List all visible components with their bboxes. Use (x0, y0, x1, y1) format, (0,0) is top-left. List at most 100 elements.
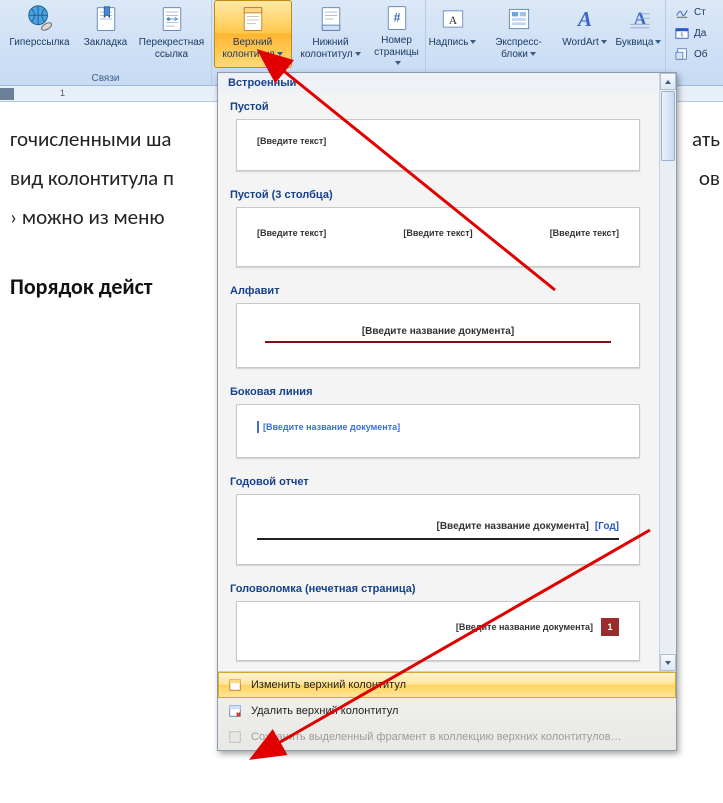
gallery-footer: Изменить верхний колонтитул Удалить верх… (218, 671, 676, 750)
calendar-icon: 5 (674, 25, 690, 41)
header-button[interactable]: Верхний колонтитул (214, 0, 292, 68)
gallery-item-annual[interactable]: Годовой отчет [Введите название документ… (218, 468, 658, 565)
remove-header-item[interactable]: Удалить верхний колонтитул (218, 698, 676, 724)
gallery-item-blank[interactable]: Пустой [Введите текст] (218, 93, 658, 171)
quickparts-icon (503, 3, 535, 35)
ribbon-group-links: Гиперссылка Закладка Перекрестная ссылка… (0, 0, 212, 86)
dropcap-label: Буквица (616, 37, 662, 49)
chevron-down-icon (355, 52, 361, 56)
scroll-thumb[interactable] (661, 91, 675, 161)
header-label: Верхний колонтитул (217, 37, 289, 60)
gallery-item-puzzle[interactable]: Головоломка (нечетная страница) [Введите… (218, 575, 658, 661)
svg-text:A: A (575, 7, 591, 31)
footer-page-icon (315, 3, 347, 35)
doc-line-2: вид колонтитула п (10, 159, 174, 198)
preview-blank: [Введите текст] (236, 119, 640, 171)
chevron-down-icon (395, 61, 401, 65)
gallery-item-blank3[interactable]: Пустой (3 столбца) [Введите текст] [Введ… (218, 181, 658, 267)
globe-chain-icon (24, 3, 56, 35)
preview-annual: [Введите название документа] [Год] (236, 494, 640, 565)
save-selection-item: Сохранить выделенный фрагмент в коллекци… (218, 724, 676, 750)
gallery-scrollbar[interactable] (659, 73, 676, 671)
dropcap-button[interactable]: A Буквица (612, 0, 666, 68)
object-button[interactable]: Об (670, 44, 712, 64)
edit-header-icon (227, 677, 243, 693)
chevron-down-icon (601, 40, 607, 44)
signature-line-button[interactable]: Ст (670, 2, 712, 22)
dropcap-icon: A (623, 3, 655, 35)
hyperlink-label: Гиперссылка (9, 37, 69, 49)
wordart-icon: A (569, 3, 601, 35)
quickparts-label: Экспресс-блоки (483, 37, 555, 60)
ph-alphabet: [Введите название документа] (265, 322, 611, 343)
gallery-title-blank: Пустой (218, 93, 658, 117)
gallery-item-sideline[interactable]: Боковая линия [Введите название документ… (218, 378, 658, 458)
textbox-icon: A (437, 3, 469, 35)
object-label: Об (694, 49, 708, 60)
puzzle-pagenum: 1 (601, 618, 619, 636)
gallery-title-sideline: Боковая линия (218, 378, 658, 402)
object-icon (674, 46, 690, 62)
svg-text:A: A (448, 15, 457, 27)
bookmark-label: Закладка (84, 37, 127, 49)
svg-text:#: # (393, 11, 400, 25)
gallery-item-alphabet[interactable]: Алфавит [Введите название документа] (218, 277, 658, 368)
save-selection-label: Сохранить выделенный фрагмент в коллекци… (251, 731, 622, 743)
gallery-scroll-area: Встроенный Пустой [Введите текст] Пустой… (218, 73, 676, 671)
preview-sideline: [Введите название документа] (236, 404, 640, 458)
sideline-bar (257, 421, 259, 433)
crossref-label: Перекрестная ссылка (136, 37, 208, 60)
crossref-button[interactable]: Перекрестная ссылка (133, 0, 211, 68)
gallery-title-annual: Годовой отчет (218, 468, 658, 492)
ph-sideline: [Введите название документа] (263, 422, 400, 432)
header-gallery-dropdown: Встроенный Пустой [Введите текст] Пустой… (217, 72, 677, 751)
chevron-down-icon (530, 52, 536, 56)
links-group-label: Связи (2, 72, 209, 86)
edit-header-item[interactable]: Изменить верхний колонтитул (218, 672, 676, 698)
preview-blank3: [Введите текст] [Введите текст] [Введите… (236, 207, 640, 267)
preview-puzzle: [Введите название документа] 1 (236, 601, 640, 661)
ph-blank3-2: [Введите текст] (403, 228, 472, 238)
crossref-page-icon (156, 3, 188, 35)
gallery-title-blank3: Пустой (3 столбца) (218, 181, 658, 205)
chevron-down-icon (470, 40, 476, 44)
pagenum-button[interactable]: # Номер страницы (370, 0, 424, 68)
chevron-down-icon (277, 52, 283, 56)
ph-blank: [Введите текст] (257, 136, 326, 146)
gallery-section-builtin: Встроенный (218, 73, 658, 93)
signature-icon (674, 4, 690, 20)
svg-text:5: 5 (681, 33, 684, 39)
preview-alphabet: [Введите название документа] (236, 303, 640, 368)
wordart-label: WordArt (562, 37, 607, 49)
hash-page-icon: # (381, 3, 413, 33)
pagenum-label: Номер страницы (373, 35, 421, 70)
remove-header-label: Удалить верхний колонтитул (251, 705, 398, 717)
wordart-button[interactable]: A WordArt (558, 0, 612, 68)
bookmark-page-icon (90, 3, 122, 35)
textbox-button[interactable]: A Надпись (426, 0, 480, 68)
quickparts-button[interactable]: Экспресс-блоки (480, 0, 558, 68)
doc-line-1: гочисленными ша (10, 120, 171, 159)
ruler-number: 1 (60, 88, 65, 98)
datetime-label: Да (694, 28, 706, 39)
ph-puzzle: [Введите название документа] (456, 622, 593, 632)
footer-label: Нижний колонтитул (295, 37, 367, 60)
textbox-label: Надпись (429, 37, 477, 49)
gallery-title-alphabet: Алфавит (218, 277, 658, 301)
footer-button[interactable]: Нижний колонтитул (292, 0, 370, 68)
hyperlink-button[interactable]: Гиперссылка (1, 0, 79, 68)
gallery-title-puzzle: Головоломка (нечетная страница) (218, 575, 658, 599)
ph-blank3-3: [Введите текст] (550, 228, 619, 238)
save-selection-icon (227, 729, 243, 745)
signature-label: Ст (694, 7, 706, 18)
scroll-up-button[interactable] (660, 73, 676, 90)
datetime-button[interactable]: 5 Да (670, 23, 712, 43)
doc-line-2r: ов (699, 159, 720, 198)
chevron-down-icon (655, 40, 661, 44)
edit-header-label: Изменить верхний колонтитул (251, 679, 406, 691)
bookmark-button[interactable]: Закладка (79, 0, 133, 68)
remove-header-icon (227, 703, 243, 719)
header-page-icon (237, 3, 269, 35)
scroll-down-button[interactable] (660, 654, 676, 671)
doc-line-1r: ать (692, 120, 720, 159)
